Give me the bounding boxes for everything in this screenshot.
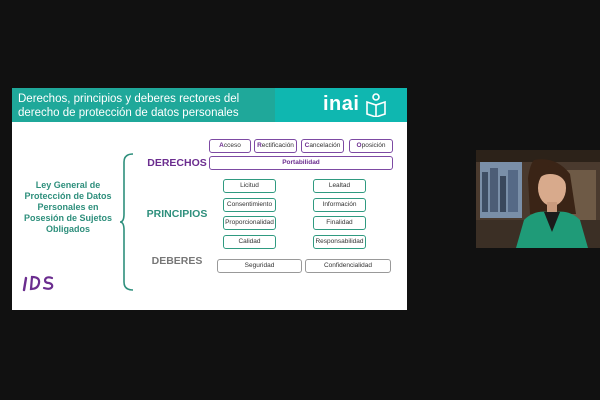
- principio-licitud: Licitud: [223, 179, 276, 193]
- derecho-portabilidad: Portabilidad: [209, 156, 393, 170]
- principio-finalidad: Finalidad: [313, 216, 366, 230]
- principio-lealtad: Lealtad: [313, 179, 366, 193]
- law-name: Ley General de Protección de Datos Perso…: [23, 180, 113, 234]
- derecho-cancelacion: Cancelación: [301, 139, 344, 153]
- bracket-icon: [120, 153, 134, 291]
- derecho-text: cceso: [223, 142, 241, 149]
- presentation-slide: Derechos, principios y deberes rectores …: [12, 88, 475, 310]
- inai-book-icon: [366, 93, 386, 117]
- principio-responsabilidad: Responsabilidad: [313, 235, 366, 249]
- screen-share-margin: [407, 88, 475, 310]
- derechos-label: DERECHOS: [147, 157, 207, 169]
- principio-informacion: Información: [313, 198, 366, 212]
- deberes-label: DEBERES: [151, 255, 203, 267]
- deber-confidencialidad: Confidencialidad: [305, 259, 391, 273]
- slide-title: Derechos, principios y deberes rectores …: [18, 93, 240, 119]
- derecho-rectificacion: Rectificación: [254, 139, 297, 153]
- inai-logo: inai: [275, 88, 407, 122]
- inai-logo-text: inai: [323, 93, 360, 115]
- principio-calidad: Calidad: [223, 235, 276, 249]
- principio-proporcionalidad: Proporcionalidad: [223, 216, 276, 230]
- principios-label: PRINCIPIOS: [146, 208, 208, 220]
- derecho-oposicion: Oposición: [349, 139, 393, 153]
- derecho-text: ancelación: [309, 142, 341, 149]
- principio-consentimiento: Consentimiento: [223, 198, 276, 212]
- derecho-acceso: Acceso: [209, 139, 251, 153]
- derecho-text: posición: [361, 142, 386, 149]
- participant-video[interactable]: [476, 150, 600, 248]
- derecho-text: ectificación: [261, 142, 294, 149]
- deber-seguridad: Seguridad: [217, 259, 302, 273]
- ids-logo-icon: [22, 275, 54, 292]
- participant-video-frame: [476, 150, 600, 248]
